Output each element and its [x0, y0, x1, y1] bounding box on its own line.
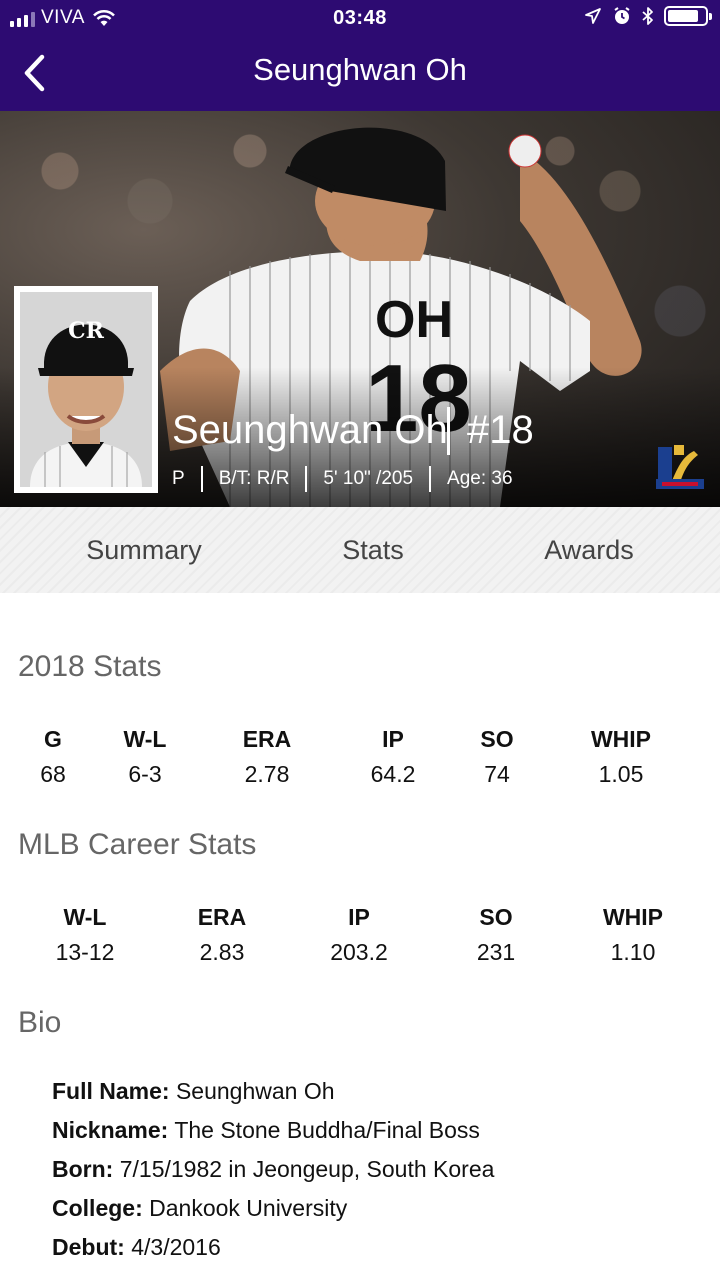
- divider: [447, 407, 450, 455]
- nav-bar: Seunghwan Oh: [0, 36, 720, 111]
- players-association-logo-icon: [656, 445, 704, 489]
- bio-label: Full Name:: [52, 1078, 170, 1104]
- bio-row-college: College: Dankook University: [52, 1195, 494, 1234]
- bio-label: Debut:: [52, 1234, 125, 1260]
- bio-title: Bio: [18, 1006, 62, 1039]
- stat-header: W-L: [123, 726, 167, 752]
- page-title: Seunghwan Oh: [253, 52, 467, 87]
- stat-value: 1.10: [610, 939, 656, 965]
- bio-value: The Stone Buddha/Final Boss: [174, 1117, 480, 1143]
- stat-column: SO 231: [446, 904, 546, 966]
- stat-column: ERA 2.83: [172, 904, 272, 966]
- tab-summary[interactable]: Summary: [0, 507, 288, 593]
- stat-column: IP 64.2: [343, 726, 443, 788]
- stat-header: WHIP: [602, 904, 664, 930]
- bio-row-debut: Debut: 4/3/2016: [52, 1234, 494, 1273]
- stat-header: ERA: [197, 904, 247, 930]
- stat-value: 231: [476, 939, 516, 965]
- player-headshot: CR: [14, 286, 158, 493]
- bio-value: 7/15/1982 in Jeongeup, South Korea: [119, 1156, 495, 1182]
- stat-header: SO: [480, 726, 514, 752]
- headshot-cap-logo: CR: [68, 318, 104, 344]
- stat-header: SO: [479, 904, 513, 930]
- stat-column: WHIP 1.10: [578, 904, 688, 966]
- stat-header: W-L: [63, 904, 107, 930]
- stat-column: W-L 13-12: [35, 904, 135, 966]
- stat-column: G 68: [13, 726, 93, 788]
- player-hero: OH 18 CR Seunghwan Oh #18: [0, 111, 720, 507]
- stat-value: 1.05: [598, 761, 644, 787]
- stat-value: 74: [484, 761, 510, 787]
- stat-value: 64.2: [370, 761, 416, 787]
- player-name: Seunghwan Oh: [172, 408, 448, 452]
- bio-value: Dankook University: [149, 1195, 348, 1221]
- stat-header: ERA: [242, 726, 292, 752]
- season-stats-title: 2018 Stats: [18, 650, 162, 683]
- tab-bar: Summary Stats Awards: [0, 507, 720, 593]
- bio-row-nickname: Nickname: The Stone Buddha/Final Boss: [52, 1117, 494, 1156]
- svg-text:OH: OH: [375, 291, 453, 349]
- top-bar: VIVA 03:48 Seunghwan Oh: [0, 0, 720, 111]
- bio-label: Nickname:: [52, 1117, 169, 1143]
- bio-label: College:: [52, 1195, 143, 1221]
- player-position: P: [172, 468, 185, 489]
- alarm-icon: [614, 7, 630, 24]
- stat-column: SO 74: [447, 726, 547, 788]
- career-stats-title: MLB Career Stats: [18, 828, 257, 861]
- stat-value: 2.83: [199, 939, 245, 965]
- stat-value: 68: [40, 761, 66, 787]
- stat-column: WHIP 1.05: [566, 726, 676, 788]
- stat-value: 2.78: [244, 761, 290, 787]
- stat-column: W-L 6-3: [95, 726, 195, 788]
- stat-header: G: [44, 726, 62, 752]
- tab-stats[interactable]: Stats: [288, 507, 458, 593]
- battery-icon: [664, 6, 712, 26]
- bio-row-full-name: Full Name: Seunghwan Oh: [52, 1078, 494, 1117]
- player-age: Age: 36: [447, 468, 513, 489]
- stat-header: WHIP: [590, 726, 652, 752]
- stat-value: 6-3: [128, 761, 162, 787]
- status-bar: VIVA 03:48: [0, 0, 720, 36]
- player-details: P B/T: R/R 5' 10" /205 Age: 36: [172, 466, 513, 492]
- stat-header: IP: [348, 904, 370, 930]
- bio-list: Full Name: Seunghwan Oh Nickname: The St…: [52, 1078, 494, 1273]
- stat-column: ERA 2.78: [217, 726, 317, 788]
- bio-value: 4/3/2016: [131, 1234, 221, 1260]
- stat-value: 13-12: [55, 939, 115, 965]
- bluetooth-icon: [642, 7, 653, 25]
- stat-column: IP 203.2: [309, 904, 409, 966]
- stat-header: IP: [382, 726, 404, 752]
- stat-value: 203.2: [330, 939, 388, 965]
- bio-label: Born:: [52, 1156, 114, 1182]
- player-number: #18: [467, 408, 534, 452]
- bio-row-born: Born: 7/15/1982 in Jeongeup, South Korea: [52, 1156, 494, 1195]
- location-icon: [585, 8, 601, 24]
- bio-value: Seunghwan Oh: [175, 1078, 335, 1104]
- player-bats-throws: B/T: R/R: [218, 468, 290, 489]
- tab-awards[interactable]: Awards: [458, 507, 720, 593]
- player-height-weight: 5' 10" /205: [323, 468, 414, 489]
